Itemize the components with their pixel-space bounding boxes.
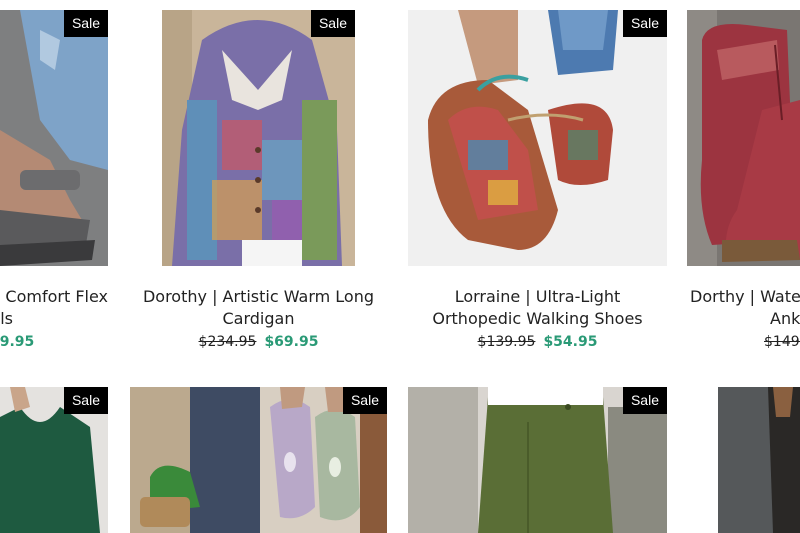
sale-price: $54.95	[543, 334, 598, 350]
product-image-ankle-boots[interactable]	[687, 10, 800, 266]
product-title-line2[interactable]: Orthopedic Walking Shoes	[408, 308, 667, 330]
sale-price: $69.95	[264, 334, 319, 350]
product-title-line2[interactable]: Ank	[770, 308, 800, 330]
product-image-walking-shoes[interactable]: Sale	[408, 10, 667, 266]
product-price: 49.95	[0, 334, 35, 350]
product-price: $139.95 $54.95	[408, 334, 667, 350]
original-price: $234.95	[198, 334, 257, 350]
product-image-black-outfit[interactable]	[718, 387, 800, 533]
product-price: $149.	[764, 334, 800, 350]
sale-badge: Sale	[310, 10, 355, 37]
product-title-line1[interactable]: Dorothy | Artistic Warm Long	[130, 286, 387, 308]
sale-badge: Sale	[342, 387, 387, 414]
product-image-cardigan[interactable]: Sale	[162, 10, 355, 266]
product-title-line1[interactable]: Dorthy | Water	[690, 286, 800, 308]
sale-badge: Sale	[622, 387, 667, 414]
sale-badge: Sale	[63, 387, 108, 414]
product-image-sandals[interactable]: Sale	[0, 10, 108, 266]
product-title-line1[interactable]: Lorraine | Ultra-Light	[408, 286, 667, 308]
product-title-line2[interactable]: ls	[0, 308, 13, 330]
product-image-green-pants[interactable]: Sale	[408, 387, 667, 533]
product-price: $234.95 $69.95	[130, 334, 387, 350]
sale-badge: Sale	[63, 10, 108, 37]
original-price: $149.	[764, 334, 800, 350]
product-image-knit-shoes[interactable]: Sale	[130, 387, 387, 533]
original-price: $139.95	[477, 334, 536, 350]
product-image-green-tee[interactable]: Sale	[0, 387, 108, 533]
product-title-line1[interactable]: Comfort Flex	[0, 286, 108, 308]
product-title-line2[interactable]: Cardigan	[130, 308, 387, 330]
sale-badge: Sale	[622, 10, 667, 37]
sale-price: 49.95	[0, 334, 35, 350]
